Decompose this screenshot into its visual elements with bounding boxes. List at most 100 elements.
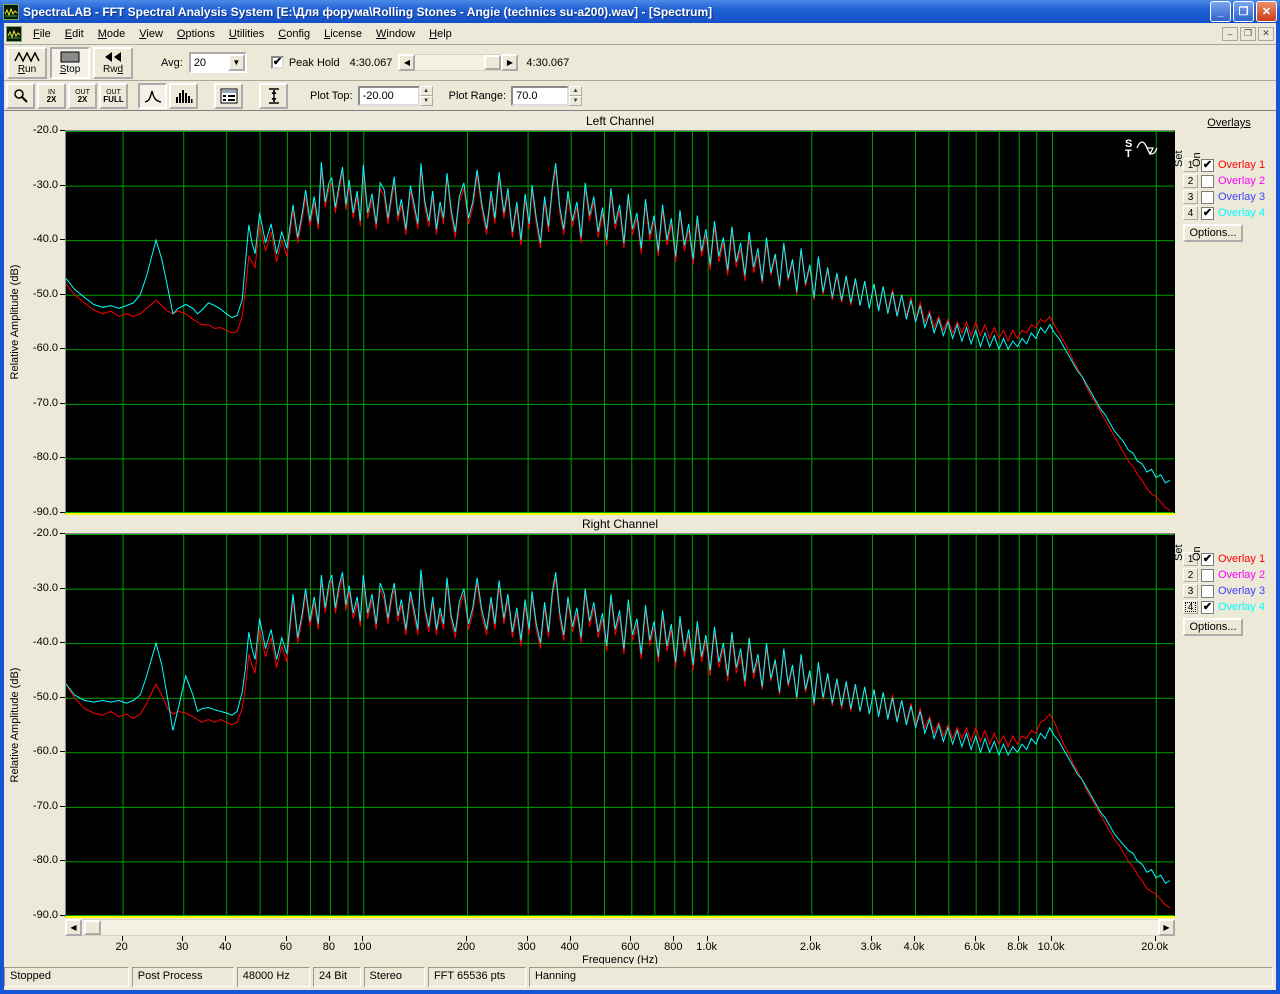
document-icon[interactable]: [6, 25, 22, 42]
overlay-set-button[interactable]: 4: [1183, 206, 1198, 220]
time-position-left: 4:30.067: [349, 56, 393, 69]
overlay-row: 2 Overlay 2: [1183, 173, 1275, 189]
amplitude-range-button[interactable]: [259, 82, 288, 109]
minimize-button[interactable]: _: [1210, 1, 1231, 22]
overlay-label: Overlay 3: [1218, 191, 1266, 203]
chevron-down-icon[interactable]: ▼: [227, 54, 245, 71]
left-channel-title: Left Channel: [585, 114, 655, 128]
overlay-on-checkbox[interactable]: ✔: [1201, 206, 1214, 220]
y-tick-mark: [60, 402, 65, 404]
plot-top-input[interactable]: -20.00: [357, 85, 420, 106]
y-tick-mark: [60, 239, 65, 241]
overlays-panel-right: Set On 1 ✔ Overlay 1 2 Overlay 2 3 Overlay 3 4 ✔…: [1173, 525, 1275, 636]
time-scroll-track[interactable]: [415, 54, 502, 71]
scroll-right-icon[interactable]: ▶: [501, 54, 519, 71]
menu-help[interactable]: Help: [422, 25, 459, 43]
left-y-axis-label: Relative Amplitude (dB): [9, 264, 21, 380]
spectrum-trace-overlay-4-peak-hold-: [65, 162, 1171, 484]
line-plot-mode-button[interactable]: [138, 82, 167, 109]
status-panel-fft-65536-pts: FFT 65536 pts: [427, 967, 526, 987]
overlay-set-button[interactable]: 2: [1183, 174, 1198, 188]
menu-license[interactable]: License: [317, 25, 369, 43]
y-tick-mark: [60, 587, 65, 589]
zoom-in-2x-button[interactable]: IN 2X: [37, 82, 66, 109]
title-bar[interactable]: SpectraLAB - FFT Spectral Analysis Syste…: [0, 0, 1280, 23]
time-position-right: 4:30.067: [526, 56, 570, 69]
x-tick-label: 20: [115, 941, 128, 953]
peak-curve-icon: [144, 90, 161, 103]
frequency-scrollbar[interactable]: ◀ ▶: [65, 919, 1175, 936]
y-tick-mark: [60, 914, 65, 916]
right-y-axis-label: Relative Amplitude (dB): [9, 667, 21, 783]
overlay-on-checkbox[interactable]: [1201, 190, 1214, 204]
avg-combobox[interactable]: 20 ▼: [188, 52, 247, 73]
set-column-label: Set: [1173, 544, 1185, 561]
y-tick-label: -90.0: [32, 505, 58, 518]
zoom-out-full-button[interactable]: OUT FULL: [99, 82, 128, 109]
y-tick-label: -60.0: [32, 342, 58, 355]
run-button[interactable]: Run: [7, 46, 47, 79]
bar-plot-mode-button[interactable]: [169, 82, 198, 109]
overlay-set-button[interactable]: 3: [1183, 190, 1198, 204]
peak-hold-checkbox[interactable]: ✔: [270, 56, 284, 69]
left-channel-plot[interactable]: S T: [65, 130, 1175, 515]
plot-range-input[interactable]: 70.0: [511, 85, 570, 106]
on-column-label: On: [1191, 152, 1203, 167]
scroll-left-icon[interactable]: ◀: [65, 919, 82, 936]
menu-file[interactable]: File: [26, 25, 58, 43]
app-icon[interactable]: [3, 3, 19, 20]
menu-config[interactable]: Config: [271, 25, 317, 43]
overlay-row: 2 Overlay 2: [1183, 567, 1275, 583]
x-tick-label: 2.0k: [799, 941, 821, 953]
menu-options[interactable]: Options: [170, 25, 222, 43]
menu-view[interactable]: View: [132, 25, 170, 43]
overlay-set-button[interactable]: 3: [1183, 584, 1198, 598]
vertical-range-icon: [268, 87, 279, 104]
y-tick-label: -80.0: [32, 854, 58, 867]
on-column-label: On: [1191, 546, 1203, 561]
overlay-set-button[interactable]: 4: [1183, 600, 1198, 614]
overlay-label: Overlay 3: [1218, 585, 1266, 597]
zoom-select-button[interactable]: [6, 82, 35, 109]
rewind-button[interactable]: Rwd: [93, 46, 133, 79]
close-button[interactable]: ✕: [1256, 1, 1277, 22]
plot-range-spinner[interactable]: ▲ ▼: [569, 85, 583, 106]
overlay-row: 3 Overlay 3: [1183, 189, 1275, 205]
mdi-minimize-button[interactable]: –: [1222, 26, 1238, 41]
stop-button[interactable]: Stop: [50, 46, 90, 79]
menu-mode[interactable]: Mode: [91, 25, 133, 43]
freq-scroll-thumb[interactable]: [84, 920, 101, 935]
menu-utilities[interactable]: Utilities: [222, 25, 271, 43]
time-scrollbar[interactable]: ◀ ▶: [398, 54, 519, 71]
plot-top-spinner[interactable]: ▲ ▼: [419, 85, 433, 106]
mdi-close-button[interactable]: ✕: [1258, 26, 1274, 41]
overlay-on-checkbox[interactable]: [1201, 584, 1214, 598]
freq-scroll-track[interactable]: [82, 919, 1158, 936]
avg-value: 20: [193, 56, 207, 69]
scroll-right-icon[interactable]: ▶: [1158, 919, 1175, 936]
menu-bar: File Edit Mode View Options Utilities Co…: [4, 23, 1276, 45]
overlay-on-checkbox[interactable]: [1201, 174, 1214, 188]
overlay-on-checkbox[interactable]: [1201, 568, 1214, 582]
time-scroll-thumb[interactable]: [484, 55, 502, 70]
overlay-set-button[interactable]: 2: [1183, 568, 1198, 582]
overlay-on-checkbox[interactable]: ✔: [1201, 600, 1214, 614]
overlays-title[interactable]: Overlays: [1183, 117, 1275, 129]
scroll-left-icon[interactable]: ◀: [398, 54, 416, 71]
spin-up-icon: ▲: [569, 85, 583, 96]
y-tick-mark: [60, 457, 65, 459]
display-options-button[interactable]: [214, 82, 243, 109]
menu-window[interactable]: Window: [369, 25, 422, 43]
y-tick-mark: [60, 642, 65, 644]
overlay-options-button[interactable]: Options...: [1183, 618, 1243, 636]
overlay-options-button[interactable]: Options...: [1183, 224, 1243, 242]
y-tick-mark: [60, 130, 65, 131]
right-channel-plot[interactable]: [65, 533, 1175, 918]
mdi-restore-button[interactable]: ❐: [1240, 26, 1256, 41]
spectrum-trace-overlay-1: [65, 574, 1171, 909]
y-tick-label: -50.0: [32, 690, 58, 703]
app-window: SpectraLAB - FFT Spectral Analysis Syste…: [0, 0, 1280, 994]
zoom-out-2x-button[interactable]: OUT 2X: [68, 82, 97, 109]
restore-button[interactable]: ❐: [1233, 1, 1254, 22]
menu-edit[interactable]: Edit: [58, 25, 91, 43]
